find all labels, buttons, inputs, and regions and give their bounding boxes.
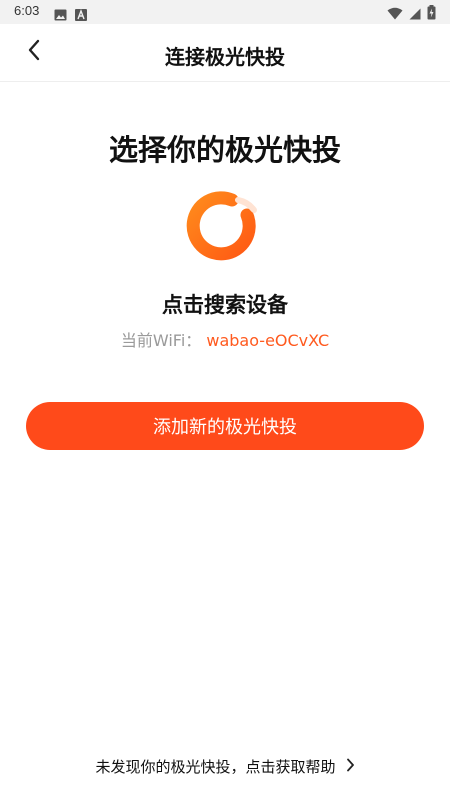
wifi-icon: [387, 5, 403, 24]
status-bar: 6:03: [0, 0, 450, 24]
a-badge-icon: [75, 6, 87, 25]
refresh-ring-logo: [186, 188, 264, 266]
main-title: 选择你的极光快投: [108, 133, 341, 167]
chevron-right-icon: [346, 758, 355, 776]
wifi-label: 当前WiFi：: [120, 331, 202, 350]
add-new-device-button[interactable]: 添加新的极光快投: [26, 402, 424, 450]
help-link-text: 未发现你的极光快投，点击获取帮助: [95, 758, 336, 776]
page-title: 连接极光快投: [165, 45, 285, 69]
status-time: 6:03: [14, 3, 40, 18]
app-header: 连接极光快投: [0, 24, 450, 82]
wifi-name: wabao-eOCvXC: [206, 331, 330, 350]
help-link[interactable]: 未发现你的极光快投，点击获取帮助: [0, 756, 450, 777]
status-notification-icons: [54, 6, 87, 25]
status-system-icons: [387, 5, 436, 24]
current-wifi: 当前WiFi： wabao-eOCvXC: [0, 327, 450, 351]
search-devices-prompt[interactable]: 点击搜索设备: [0, 289, 450, 319]
cell-signal-icon: [409, 5, 421, 24]
image-icon: [54, 6, 67, 25]
battery-charging-icon: [427, 5, 436, 24]
